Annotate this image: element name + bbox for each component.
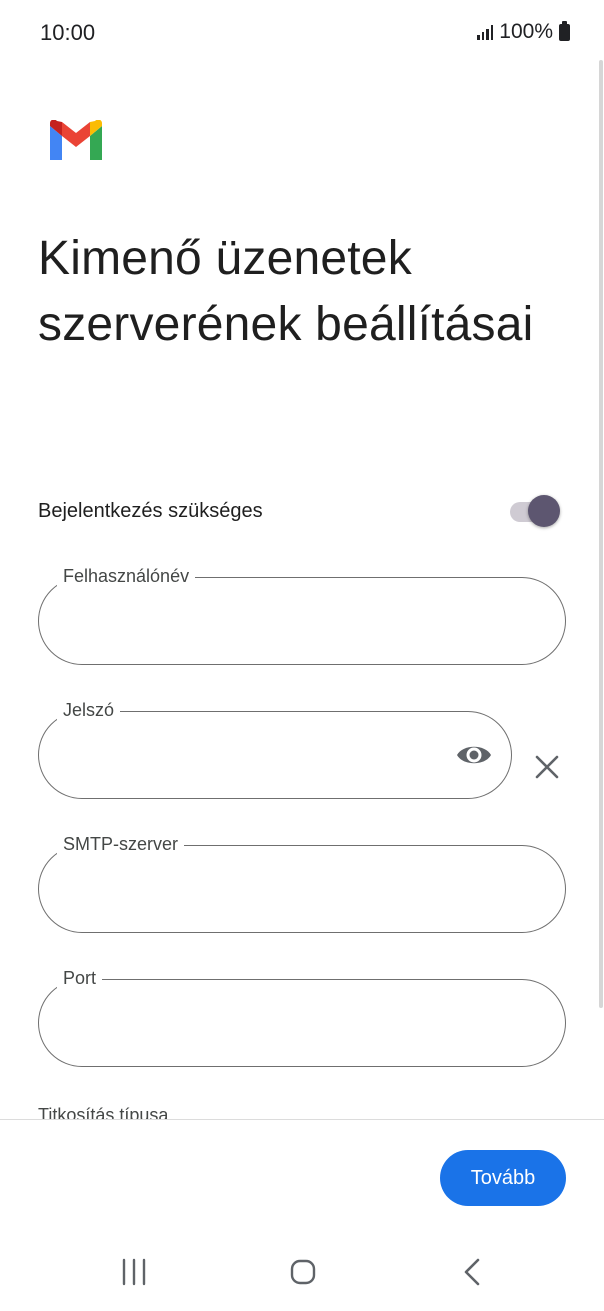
battery-icon: [559, 20, 570, 41]
gmail-logo: [50, 120, 102, 160]
username-field[interactable]: Felhasználónév: [38, 565, 566, 665]
battery-percentage: 100%: [499, 20, 553, 43]
port-field[interactable]: Port: [38, 967, 566, 1067]
password-label: Jelszó: [57, 699, 121, 721]
eye-icon[interactable]: [455, 740, 493, 770]
back-icon[interactable]: [452, 1252, 492, 1292]
page-title: Kimenő üzenetek szerverének beállításai: [38, 232, 534, 351]
smtp-server-input[interactable]: [65, 872, 495, 910]
login-required-toggle[interactable]: [508, 493, 562, 529]
home-icon[interactable]: [283, 1252, 323, 1292]
password-field[interactable]: Jelszó: [38, 699, 512, 799]
username-input[interactable]: [65, 604, 495, 642]
status-icons: 100%: [477, 20, 570, 44]
close-icon[interactable]: [530, 750, 564, 784]
port-input[interactable]: [65, 1006, 495, 1044]
status-time: 10:00: [40, 20, 96, 45]
next-button[interactable]: Tovább: [440, 1150, 566, 1206]
smtp-server-field[interactable]: SMTP-szerver: [38, 833, 566, 933]
password-input[interactable]: [65, 738, 441, 776]
port-label: Port: [57, 967, 103, 989]
login-required-label: Bejelentkezés szükséges: [38, 500, 263, 522]
scrollbar[interactable]: [599, 60, 603, 1008]
bottom-action-bar: Tovább: [0, 1119, 604, 1311]
toggle-thumb: [528, 495, 560, 527]
smtp-server-label: SMTP-szerver: [57, 833, 185, 855]
recents-icon[interactable]: [114, 1252, 154, 1292]
system-nav-bar: [0, 1242, 604, 1302]
username-label: Felhasználónév: [57, 565, 196, 587]
signal-icon: [477, 24, 494, 40]
